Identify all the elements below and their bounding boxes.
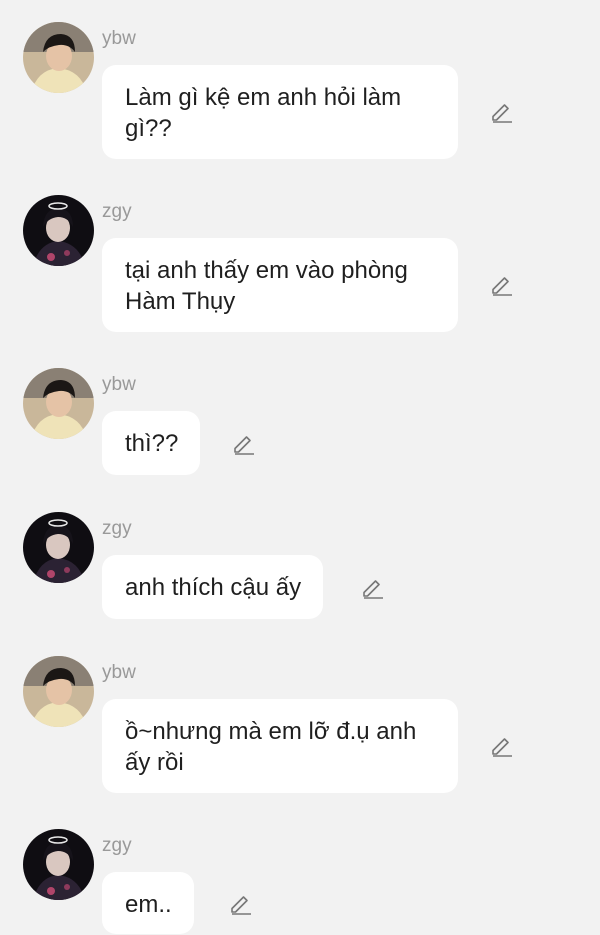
sender-name: ybw — [102, 28, 136, 49]
message-bubble: thì?? — [102, 411, 201, 475]
user-avatar-zgy-icon[interactable] — [23, 195, 94, 266]
user-avatar-zgy-icon[interactable] — [23, 829, 94, 900]
user-avatar-ybw-icon[interactable] — [23, 656, 94, 727]
sender-name: zgy — [102, 201, 132, 222]
user-avatar-ybw-icon[interactable] — [23, 22, 94, 93]
message-bubble: tại anh thấy em vào phòng Hàm Thụy — [102, 238, 458, 332]
message-bubble: em.. — [102, 872, 194, 934]
pencil-edit-icon[interactable] — [232, 431, 256, 455]
pencil-edit-icon[interactable] — [490, 733, 514, 757]
message-bubble: Làm gì kệ em anh hỏi làm gì?? — [102, 65, 458, 159]
sender-name: ybw — [102, 374, 136, 395]
pencil-edit-icon[interactable] — [490, 99, 514, 123]
sender-name: zgy — [102, 518, 132, 539]
pencil-edit-icon[interactable] — [490, 272, 514, 296]
sender-name: zgy — [102, 835, 132, 856]
chat-thread: ybw Làm gì kệ em anh hỏi làm gì?? zgy tạ… — [0, 0, 600, 935]
sender-name: ybw — [102, 662, 136, 683]
pencil-edit-icon[interactable] — [361, 575, 385, 599]
user-avatar-ybw-icon[interactable] — [23, 368, 94, 439]
message-bubble: anh thích cậu ấy — [102, 555, 324, 619]
pencil-edit-icon[interactable] — [229, 891, 253, 915]
message-bubble: ồ~nhưng mà em lỡ đ.ụ anh ấy rồi — [102, 699, 458, 793]
user-avatar-zgy-icon[interactable] — [23, 512, 94, 583]
